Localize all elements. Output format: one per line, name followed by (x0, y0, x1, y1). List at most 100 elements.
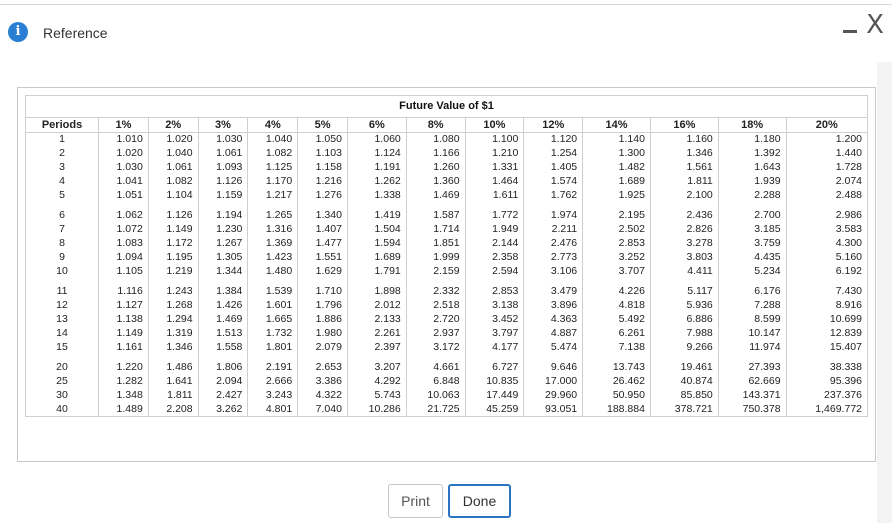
factor-cell: 1.469 (405, 188, 466, 203)
table-row: 8 1.083 1.172 1.267 1.369 1.477 1.594 1.851 2.14… (24, 236, 869, 251)
factor-cell: 9.646 (523, 354, 584, 375)
column-header-rate: 3% (197, 117, 249, 133)
factor-cell: 11.974 (717, 340, 787, 355)
factor-cell: 1.689 (346, 250, 407, 265)
factor-cell: 1.104 (147, 188, 199, 203)
factor-cell: 1.974 (523, 202, 584, 223)
factor-cell: 10.063 (405, 388, 466, 403)
factor-cell: 1.732 (247, 326, 299, 341)
factor-cell: 1.105 (98, 264, 149, 279)
factor-cell: 1.172 (147, 236, 199, 251)
minimize-icon[interactable] (843, 30, 857, 33)
factor-cell: 1.166 (405, 146, 466, 161)
factor-cell: 2.094 (197, 374, 249, 389)
table-caption: Future Value of $1 (25, 95, 868, 117)
factor-cell: 38.338 (785, 354, 869, 375)
factor-cell: 1.331 (464, 160, 525, 175)
factor-cell: 1.772 (464, 202, 525, 223)
factor-cell: 6.176 (717, 278, 787, 299)
factor-cell: 1.082 (247, 146, 299, 161)
factor-cell: 17.000 (523, 374, 584, 389)
factor-cell: 17.449 (464, 388, 525, 403)
factor-cell: 3.185 (717, 222, 787, 237)
factor-cell: 1.643 (717, 160, 787, 175)
factor-cell: 3.759 (717, 236, 787, 251)
dialog-header: i Reference X (0, 6, 892, 60)
factor-cell: 8.916 (785, 298, 869, 313)
factor-cell: 7.988 (649, 326, 719, 341)
factor-cell: 2.397 (346, 340, 407, 355)
factor-cell: 3.243 (247, 388, 299, 403)
factor-cell: 1.806 (197, 354, 249, 375)
factor-cell: 2.518 (405, 298, 466, 313)
done-button[interactable]: Done (448, 484, 511, 518)
factor-cell: 2.853 (582, 236, 651, 251)
scrollbar[interactable] (877, 62, 892, 523)
factor-cell: 2.853 (464, 278, 525, 299)
factor-cell: 2.773 (523, 250, 584, 265)
factor-cell: 1.629 (297, 264, 348, 279)
table-row: 12 1.127 1.268 1.426 1.601 1.796 2.012 2.518 3.1… (24, 298, 869, 313)
factor-cell: 85.850 (649, 388, 719, 403)
column-header-rate: 5% (297, 117, 348, 133)
factor-cell: 8.599 (717, 312, 787, 327)
factor-cell: 1.125 (247, 160, 299, 175)
table-row: 3 1.030 1.061 1.093 1.125 1.158 1.191 1.260 1.33… (24, 160, 869, 175)
factor-cell: 1.811 (147, 388, 199, 403)
factor-cell: 1.191 (346, 160, 407, 175)
factor-cell: 1.344 (197, 264, 249, 279)
factor-cell: 2.159 (405, 264, 466, 279)
table-row: 6 1.062 1.126 1.194 1.265 1.340 1.419 1.587 1.77… (24, 202, 869, 223)
factor-cell: 5.160 (785, 250, 869, 265)
factor-cell: 1.426 (197, 298, 249, 313)
factor-cell: 2.012 (346, 298, 407, 313)
factor-cell: 9.266 (649, 340, 719, 355)
factor-cell: 2.332 (405, 278, 466, 299)
close-icon[interactable]: X (864, 12, 886, 38)
factor-cell: 95.396 (785, 374, 869, 389)
factor-cell: 1.898 (346, 278, 407, 299)
factor-cell: 1.294 (147, 312, 199, 327)
factor-cell: 2.986 (785, 202, 869, 223)
period-cell: 4 (24, 174, 100, 189)
factor-cell: 2.074 (785, 174, 869, 189)
table-row: 14 1.149 1.319 1.513 1.732 1.980 2.261 2.937 3.7… (24, 326, 869, 341)
table-row: 15 1.161 1.346 1.558 1.801 2.079 2.397 3.172 4.1… (24, 340, 869, 355)
factor-cell: 5.474 (523, 340, 584, 355)
factor-cell: 1.504 (346, 222, 407, 237)
factor-cell: 1.601 (247, 298, 299, 313)
factor-cell: 1.094 (98, 250, 149, 265)
factor-cell: 1.061 (197, 146, 249, 161)
factor-cell: 1.080 (405, 132, 466, 147)
print-button[interactable]: Print (388, 484, 443, 518)
factor-cell: 143.371 (717, 388, 787, 403)
table-row: 9 1.094 1.195 1.305 1.423 1.551 1.689 1.999 2.35… (24, 250, 869, 265)
factor-cell: 62.669 (717, 374, 787, 389)
table-row: 20 1.220 1.486 1.806 2.191 2.653 3.207 4.661 6.7… (24, 354, 869, 375)
period-cell: 20 (24, 354, 100, 375)
table-row: 5 1.051 1.104 1.159 1.217 1.276 1.338 1.469 1.61… (24, 188, 869, 203)
factor-cell: 1.061 (147, 160, 199, 175)
factor-cell: 1.710 (297, 278, 348, 299)
factor-cell: 1.486 (147, 354, 199, 375)
factor-cell: 1.161 (98, 340, 149, 355)
factor-cell: 1.082 (147, 174, 199, 189)
factor-cell: 1.030 (98, 160, 149, 175)
period-cell: 6 (24, 202, 100, 223)
factor-cell: 1.120 (523, 132, 584, 147)
factor-cell: 1.020 (98, 146, 149, 161)
table-row: 25 1.282 1.641 2.094 2.666 3.386 4.292 6.848 10.… (24, 374, 869, 389)
factor-cell: 1.319 (147, 326, 199, 341)
factor-cell: 750.378 (717, 402, 787, 417)
factor-cell: 2.144 (464, 236, 525, 251)
factor-cell: 1.811 (649, 174, 719, 189)
factor-cell: 1.346 (649, 146, 719, 161)
factor-cell: 1.796 (297, 298, 348, 313)
factor-cell: 1.469 (197, 312, 249, 327)
factor-cell: 1.282 (98, 374, 149, 389)
factor-cell: 1.464 (464, 174, 525, 189)
period-cell: 10 (24, 264, 100, 279)
factor-cell: 1.348 (98, 388, 149, 403)
factor-cell: 4.887 (523, 326, 584, 341)
table-row: 13 1.138 1.294 1.469 1.665 1.886 2.133 2.720 3.4… (24, 312, 869, 327)
